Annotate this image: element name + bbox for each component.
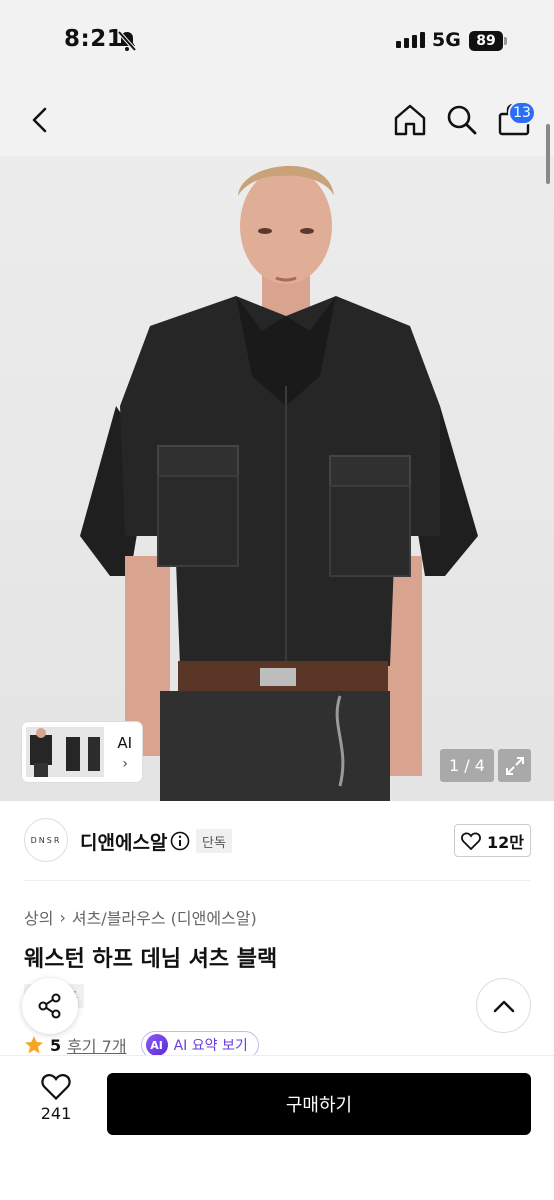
thumbnail-ai-label: AI bbox=[117, 734, 132, 752]
product-title: 웨스턴 하프 데님 셔츠 블랙 bbox=[24, 947, 278, 972]
buy-button[interactable]: 구매하기 bbox=[107, 1073, 531, 1135]
scroll-to-top-button[interactable] bbox=[476, 978, 531, 1033]
status-bar: 8:21 5G 89 bbox=[0, 0, 554, 84]
breadcrumb-item[interactable]: 셔츠/블라우스 (디앤에스알) bbox=[72, 905, 257, 929]
heart-icon bbox=[41, 1073, 71, 1100]
info-icon[interactable] bbox=[170, 831, 190, 851]
share-button[interactable] bbox=[22, 978, 78, 1034]
ai-icon: AI bbox=[145, 1034, 168, 1056]
gallery-thumbnails[interactable]: AI › bbox=[22, 722, 142, 782]
signal-icon bbox=[396, 32, 425, 48]
heart-icon bbox=[461, 832, 481, 850]
cart-count-badge: 13 bbox=[508, 101, 536, 125]
expand-button[interactable] bbox=[498, 749, 531, 782]
back-icon[interactable] bbox=[24, 104, 56, 136]
nav-bar bbox=[0, 84, 554, 156]
image-pager: 1 / 4 bbox=[440, 749, 494, 782]
product-image[interactable] bbox=[0, 156, 554, 801]
ai-summary-label: AI 요약 보기 bbox=[173, 1038, 248, 1054]
breadcrumb-item[interactable]: 상의 bbox=[24, 905, 53, 929]
thumbnail-images bbox=[26, 727, 104, 777]
status-time: 8:21 bbox=[64, 26, 124, 52]
home-icon[interactable] bbox=[392, 102, 428, 138]
exclusive-badge: 단독 bbox=[196, 829, 232, 853]
wishlist-count: 241 bbox=[40, 1104, 72, 1123]
rating-value: 5 bbox=[50, 1035, 62, 1055]
search-icon[interactable] bbox=[444, 102, 480, 138]
battery-tip bbox=[504, 37, 507, 45]
chevron-right-icon: › bbox=[122, 756, 128, 772]
product-photo bbox=[0, 156, 554, 801]
network-label: 5G bbox=[432, 29, 461, 51]
battery-level: 89 bbox=[476, 33, 496, 49]
brand-logo[interactable]: DNSR bbox=[24, 818, 68, 862]
brand-name[interactable]: 디앤에스알 bbox=[80, 828, 167, 855]
brand-like-count: 12만 bbox=[487, 832, 524, 852]
divider bbox=[24, 880, 530, 881]
wishlist-button[interactable]: 241 bbox=[28, 1073, 84, 1123]
chevron-up-icon bbox=[493, 1000, 514, 1012]
brand-like-button[interactable]: 12만 bbox=[454, 824, 531, 857]
reviews-link[interactable]: 후기 7개 bbox=[67, 1033, 126, 1057]
expand-icon bbox=[505, 756, 524, 775]
star-icon bbox=[25, 1036, 43, 1054]
share-icon bbox=[38, 993, 61, 1019]
breadcrumb: 상의 › 셔츠/블라우스 (디앤에스알) bbox=[24, 905, 257, 929]
bell-muted-icon bbox=[117, 30, 137, 52]
breadcrumb-separator: › bbox=[59, 907, 66, 927]
battery-icon: 89 bbox=[469, 31, 503, 51]
scrollbar[interactable] bbox=[546, 124, 550, 184]
